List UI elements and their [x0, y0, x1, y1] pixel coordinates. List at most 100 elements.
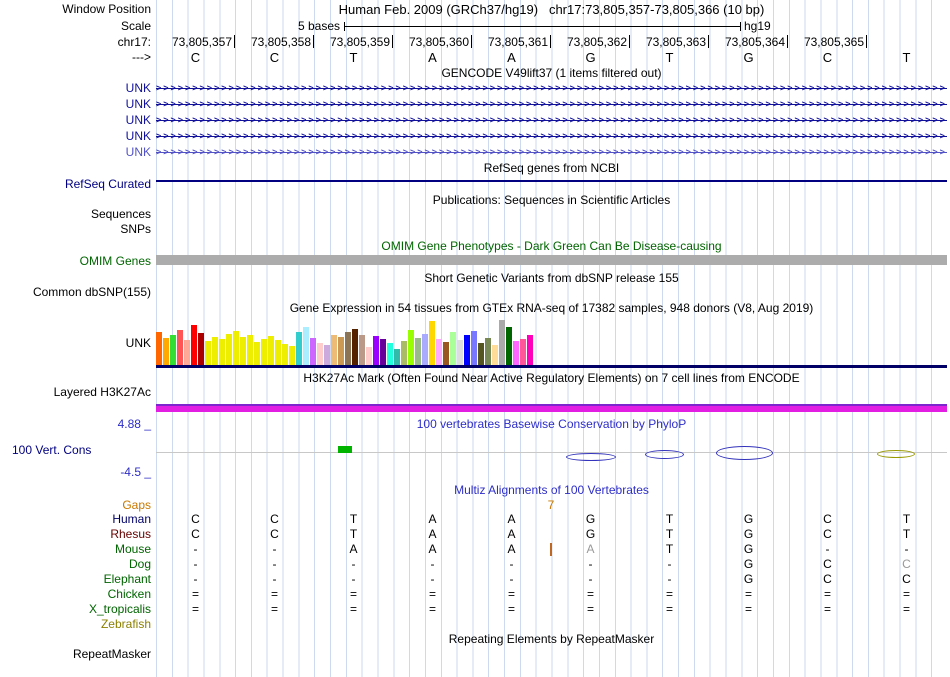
- gaps-row-label[interactable]: Gaps: [0, 498, 151, 512]
- gencode-rows[interactable]: UNK >>>>>>>>>>>>>>>>>>>>>>>>>>>>>>>>>>>>>…: [0, 80, 950, 160]
- repeatmasker-title: Repeating Elements by RepeatMasker: [448, 632, 655, 646]
- alignment-base: =: [270, 587, 278, 601]
- multiz-species-row[interactable]: Human C C T A A G T G C T: [0, 512, 950, 527]
- snps-track-label[interactable]: SNPs: [0, 222, 151, 236]
- alignment-base: =: [191, 587, 199, 601]
- genome-browser-image: Window Position Human Feb. 2009 (GRCh37/…: [0, 0, 950, 677]
- alignment-base: =: [349, 602, 357, 616]
- alignment-base: T: [902, 512, 911, 526]
- alignment-base: -: [825, 542, 830, 556]
- alignment-base: -: [588, 572, 593, 586]
- multiz-rows[interactable]: Human C C T A A G T G C T Rhesus C C T A A G T G C T Mouse - - A A…: [0, 512, 950, 632]
- alignment-cells: = = = = = = = = = =: [156, 602, 946, 616]
- alignment-cells: CCTAAGTGCT: [156, 512, 946, 526]
- gtex-tissue-bar: [492, 345, 498, 365]
- gencode-item-row[interactable]: UNK >>>>>>>>>>>>>>>>>>>>>>>>>>>>>>>>>>>>>…: [0, 80, 950, 96]
- species-label[interactable]: Human: [0, 512, 151, 526]
- gencode-item-row[interactable]: UNK >>>>>>>>>>>>>>>>>>>>>>>>>>>>>>>>>>>>>…: [0, 144, 950, 160]
- species-label[interactable]: Rhesus: [0, 527, 151, 541]
- species-label[interactable]: Mouse: [0, 542, 151, 556]
- gencode-item-label[interactable]: UNK: [0, 81, 151, 95]
- base-letter: G: [743, 50, 754, 65]
- gtex-tissue-bar: [366, 347, 372, 365]
- repeatmasker-track-label[interactable]: RepeatMasker: [0, 647, 151, 661]
- refseq-gene-line[interactable]: [156, 180, 947, 182]
- species-label[interactable]: Chicken: [0, 587, 151, 601]
- gtex-tissue-bar: [471, 331, 477, 365]
- conservation-track-label[interactable]: 100 Vert. Cons: [12, 443, 91, 457]
- gencode-item-label[interactable]: UNK: [0, 145, 151, 159]
- gtex-tissue-bar: [345, 332, 351, 365]
- gap-size-count: 7: [547, 498, 555, 512]
- species-label[interactable]: X_tropicalis: [0, 602, 151, 616]
- refseq-track-label[interactable]: RefSeq Curated: [0, 177, 151, 191]
- omim-gene-bar[interactable]: [156, 255, 947, 265]
- conservation-positive-peak: [338, 446, 352, 453]
- coordinate-label: 73,805,364: [709, 35, 788, 49]
- omim-track-label[interactable]: OMIM Genes: [0, 254, 151, 268]
- assembly-date: Human Feb. 2009 (GRCh37/hg19): [338, 2, 539, 17]
- gencode-item-row[interactable]: UNK >>>>>>>>>>>>>>>>>>>>>>>>>>>>>>>>>>>>>…: [0, 128, 950, 144]
- alignment-base: =: [823, 587, 831, 601]
- species-label[interactable]: Zebrafish: [0, 617, 151, 631]
- alignment-cells: = = = = = = = = = =: [156, 587, 946, 601]
- multiz-species-row[interactable]: X_tropicalis = = = = = = = = = =: [0, 602, 950, 617]
- gtex-tissue-bar: [359, 335, 365, 365]
- gencode-title: GENCODE V49lift37 (1 items filtered out): [441, 66, 662, 80]
- alignment-base: -: [509, 572, 514, 586]
- multiz-species-row[interactable]: Zebrafish: [0, 617, 950, 632]
- alignment-base: G: [743, 557, 754, 571]
- gene-arrow-line: >>>>>>>>>>>>>>>>>>>>>>>>>>>>>>>>>>>>>>>>…: [156, 114, 947, 126]
- gencode-item-label[interactable]: UNK: [0, 129, 151, 143]
- alignment-base: A: [428, 542, 437, 556]
- base-letter: T: [665, 50, 674, 65]
- multiz-species-row[interactable]: Rhesus C C T A A G T G C T: [0, 527, 950, 542]
- dbsnp-track-label[interactable]: Common dbSNP(155): [0, 285, 151, 299]
- scale-label: Scale: [120, 19, 151, 33]
- gencode-item-label[interactable]: UNK: [0, 97, 151, 111]
- alignment-base: C: [823, 572, 832, 586]
- alignment-cells: -------GCC: [156, 572, 946, 586]
- alignment-base: =: [428, 602, 436, 616]
- conservation-min-value: -4.5 _: [120, 465, 151, 479]
- alignment-base: =: [586, 602, 594, 616]
- species-label[interactable]: Elephant: [0, 572, 151, 586]
- alignment-base: -: [588, 557, 593, 571]
- gtex-tissue-bar: [184, 340, 190, 365]
- coordinate-label: 73,805,359: [314, 35, 393, 49]
- mouse-insertion-marker: [550, 543, 552, 556]
- multiz-species-row[interactable]: Mouse - - A A A A T G - -: [0, 542, 950, 557]
- gtex-tissue-bar: [268, 336, 274, 365]
- gtex-track-label[interactable]: UNK: [0, 336, 151, 350]
- gtex-tissue-bar: [254, 342, 260, 365]
- alignment-base: =: [902, 602, 910, 616]
- gtex-tissue-bar: [324, 345, 330, 365]
- dbsnp-title: Short Genetic Variants from dbSNP releas…: [424, 271, 679, 285]
- gtex-tissue-bar: [198, 333, 204, 365]
- sequences-track-label[interactable]: Sequences: [0, 207, 151, 221]
- multiz-species-row[interactable]: Dog - - - - - - - G C C: [0, 557, 950, 572]
- gtex-tissue-bar: [527, 335, 533, 365]
- base-letter: G: [585, 50, 596, 65]
- conservation-title: 100 vertebrates Basewise Conservation by…: [416, 417, 687, 431]
- gtex-tissue-bar: [513, 341, 519, 365]
- species-label[interactable]: Dog: [0, 557, 151, 571]
- gtex-tissue-bar: [205, 341, 211, 365]
- gene-arrow-line: >>>>>>>>>>>>>>>>>>>>>>>>>>>>>>>>>>>>>>>>…: [156, 130, 947, 142]
- gtex-tissue-bar: [247, 335, 253, 365]
- base-letter: T: [902, 50, 911, 65]
- gtex-tissue-bar: [289, 346, 295, 365]
- alignment-base: C: [902, 572, 911, 586]
- gencode-item-row[interactable]: UNK >>>>>>>>>>>>>>>>>>>>>>>>>>>>>>>>>>>>>…: [0, 96, 950, 112]
- h3k27ac-track-label[interactable]: Layered H3K27Ac: [0, 385, 151, 399]
- h3k27ac-signal-band[interactable]: [156, 404, 947, 412]
- multiz-species-row[interactable]: Elephant - - - - - - - G C C: [0, 572, 950, 587]
- gtex-tissue-bar: [212, 337, 218, 365]
- multiz-species-row[interactable]: Chicken = = = = = = = = = =: [0, 587, 950, 602]
- gtex-tissue-bar: [163, 338, 169, 365]
- gtex-tissue-bar: [191, 325, 197, 365]
- gencode-item-label[interactable]: UNK: [0, 113, 151, 127]
- gencode-item-row[interactable]: UNK >>>>>>>>>>>>>>>>>>>>>>>>>>>>>>>>>>>>>…: [0, 112, 950, 128]
- gtex-bars[interactable]: [156, 319, 534, 365]
- chrom-label: chr17:: [117, 35, 151, 49]
